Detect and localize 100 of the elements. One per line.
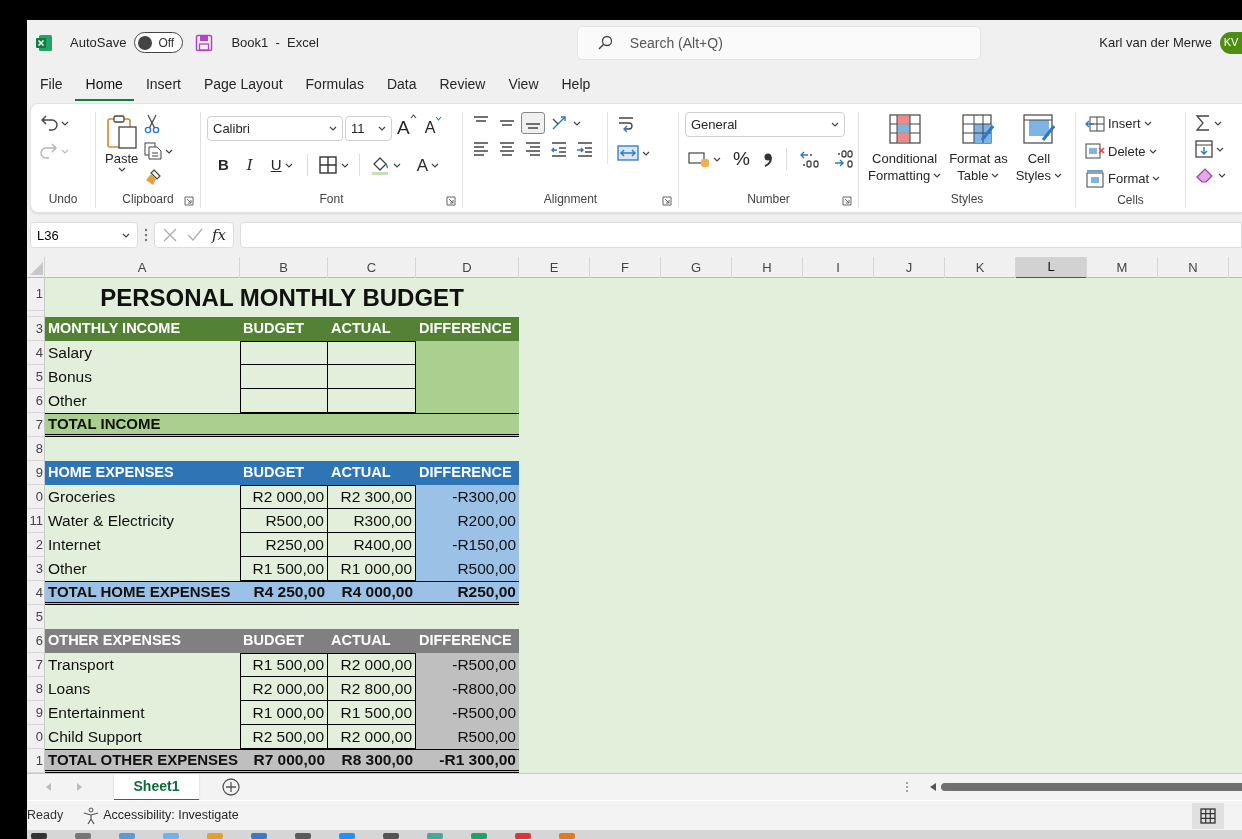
row-number[interactable]: 8 [27,677,45,701]
cells-button[interactable]: Delete [1082,139,1164,163]
add-sheet-icon[interactable] [221,777,241,797]
down-caret-icon [435,116,443,122]
row-number[interactable]: 7 [27,653,45,677]
styles-button[interactable]: Cell Styles [1012,112,1066,186]
row-number[interactable]: 5 [27,365,45,389]
menu-tab[interactable]: Insert [134,67,192,101]
menu-tab[interactable]: File [29,67,74,101]
caret-icon [991,173,1000,178]
sigma-icon [1195,114,1211,132]
group-label: Alignment [543,191,598,208]
row-number[interactable]: 2 [27,533,45,557]
row-number[interactable]: 3 [27,317,45,341]
autosave-toggle[interactable]: Off [134,32,184,53]
row-number[interactable]: 6 [27,629,45,653]
document-title: Book1 - Excel [231,33,319,52]
align-lines-icon [498,140,516,157]
cells-button[interactable]: Insert [1082,112,1164,136]
menu-tab[interactable]: Formulas [294,67,375,101]
split-handle-icon[interactable] [905,781,909,793]
table-cell-text: Water & Electricity [47,511,176,532]
cell-style-icon [1022,114,1055,144]
taskbar-icon[interactable] [31,830,47,839]
table-header: ACTUAL [328,461,416,485]
launcher-icon[interactable] [842,196,852,206]
search-icon [596,34,613,51]
taskbar-icon[interactable] [383,830,399,839]
row-number[interactable]: 9 [27,461,45,485]
cells-button[interactable]: Format [1082,167,1164,191]
column-header[interactable]: L [1016,257,1087,279]
taskbar-icon[interactable] [295,830,311,839]
table-cell: -R300,00 [416,485,519,509]
menu-tab[interactable]: Home [74,67,134,101]
status-text: Ready [27,807,64,825]
group-label: Clipboard [122,191,174,208]
search-field[interactable]: Search (Alt+Q) [576,25,981,60]
number-format-dropdown[interactable]: General [685,112,845,137]
row-number[interactable]: 1 [27,278,45,311]
align-lines-icon [474,116,488,122]
user-name: Karl van der Merwe [1099,33,1212,52]
scroll-left-icon[interactable] [929,782,937,792]
row-number[interactable]: 1 [27,749,45,773]
autosave-label: AutoSave [70,33,127,52]
row-number[interactable]: 3 [27,557,45,581]
table-cell: R4 250,00 [240,581,328,605]
formula-field[interactable] [240,222,1242,248]
paste-button[interactable]: Paste [102,112,142,174]
table-cell: -R500,00 [416,653,519,677]
normal-view-button[interactable] [1192,802,1224,829]
merge-cells-icon [617,144,639,162]
row-number[interactable]: 7 [27,413,45,437]
copy-icon [144,142,163,160]
shrink-font-button[interactable]: A [421,114,446,143]
bold-button[interactable]: B [211,152,236,179]
font-size-dropdown[interactable]: 11 [345,115,392,141]
accessibility-button[interactable]: Accessibility: Investigate [79,804,242,827]
grow-font-button[interactable]: A [394,112,420,145]
menu-tab[interactable]: View [497,67,550,101]
row-number[interactable]: 0 [27,725,45,749]
row-number[interactable]: 6 [27,389,45,413]
row-number[interactable]: 8 [27,437,45,461]
conditional-formatting-icon [888,114,921,144]
menu-tab[interactable]: Data [375,67,428,101]
table-cell: R500,00 [416,725,519,749]
down-arrow-box-icon [1195,140,1213,158]
row-number[interactable]: 0 [27,485,45,509]
insert-function-button[interactable]: fx [209,223,229,247]
percent-button[interactable]: % [730,143,753,176]
table-brush-icon [962,114,995,144]
group-label: Cells [1117,191,1144,209]
table-cell-text: Other [47,391,88,412]
font-color-button[interactable]: A [413,150,442,180]
paintbrush-icon [144,168,163,186]
underline-button[interactable]: U [263,152,300,179]
name-box[interactable]: L36 [30,222,138,248]
scrollbar-thumb[interactable] [941,783,1242,791]
outdent-icon [550,140,568,157]
table-cell: -R1 300,00 [416,749,519,773]
menu-tab[interactable]: Help [550,67,602,101]
launcher-icon[interactable] [446,196,456,206]
row-number[interactable]: 9 [27,701,45,725]
row-number[interactable]: 4 [27,341,45,365]
table-header: DIFFERENCE [416,461,519,485]
bottom-align-button[interactable] [521,112,545,134]
menu-tab[interactable]: Page Layout [192,67,294,101]
avatar[interactable]: KV [1220,31,1242,54]
sheet-tab[interactable]: Sheet1 [114,773,199,801]
styles-button[interactable]: Format as Table [946,112,1011,186]
table-header: DIFFERENCE [416,317,519,341]
row-number[interactable]: 4 [27,581,45,605]
row-number[interactable]: 11 [27,509,45,533]
table-header: BUDGET [240,461,328,485]
launcher-icon[interactable] [184,196,194,206]
font-name-dropdown[interactable]: Calibri [207,115,343,141]
launcher-icon[interactable] [662,196,672,206]
row-number[interactable]: 5 [27,605,45,629]
italic-button[interactable]: I [239,152,260,179]
menu-tab[interactable]: Review [428,67,497,101]
styles-button[interactable]: Conditional Formatting [865,112,945,186]
